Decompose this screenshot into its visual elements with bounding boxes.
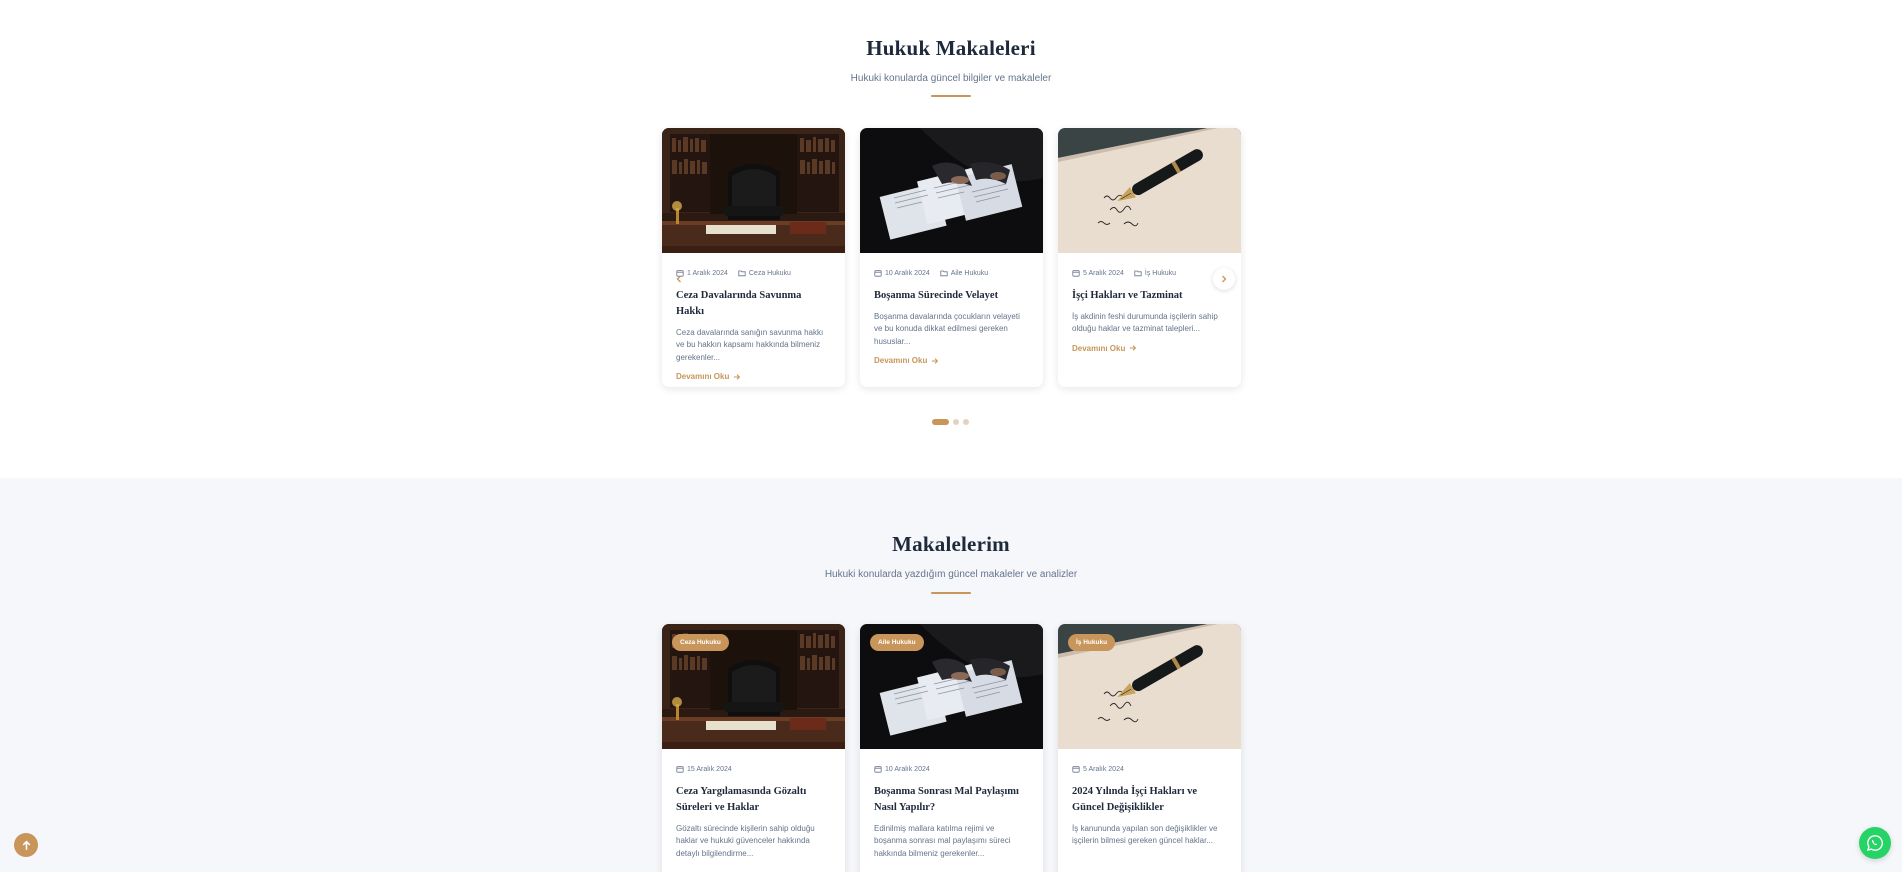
article-card[interactable]: İş Hukuku 5 Aralık 2024 2024 Yılında İşç… xyxy=(1058,624,1241,872)
arrow-right-icon xyxy=(932,357,939,364)
category-badge[interactable]: Aile Hukuku xyxy=(870,634,924,651)
arrow-right-icon xyxy=(1130,345,1137,352)
arrow-up-icon xyxy=(22,840,30,850)
read-more-label: Devamını Oku xyxy=(676,372,730,382)
arrow-right-icon xyxy=(734,373,741,380)
article-title[interactable]: Ceza Yargılamasında Gözaltı Süreleri ve … xyxy=(676,784,831,816)
calendar-icon xyxy=(874,270,882,277)
folder-icon xyxy=(1134,270,1142,277)
my-articles-section: Makalelerim Hukuki konularda yazdığım gü… xyxy=(0,478,1902,872)
article-title[interactable]: İşçi Hakları ve Tazminat xyxy=(1072,288,1227,304)
section-title: Hukuk Makaleleri xyxy=(866,36,1036,60)
folder-icon xyxy=(940,270,948,277)
scroll-to-top-button[interactable] xyxy=(14,833,38,857)
carousel-dot-2[interactable] xyxy=(953,419,959,425)
carousel-dot-3[interactable] xyxy=(963,419,969,425)
legal-articles-section: Hukuk Makaleleri Hukuki konularda güncel… xyxy=(0,0,1902,478)
section-subtitle: Hukuki konularda yazdığım güncel makalel… xyxy=(824,569,1078,580)
article-title[interactable]: Ceza Davalarında Savunma Hakkı xyxy=(676,288,831,320)
calendar-icon xyxy=(676,766,684,773)
article-date: 5 Aralık 2024 xyxy=(1083,269,1124,277)
whatsapp-icon xyxy=(1867,835,1883,851)
article-excerpt: Ceza davalarında sanığın savunma hakkı v… xyxy=(676,328,824,362)
article-title[interactable]: 2024 Yılında İşçi Hakları ve Güncel Deği… xyxy=(1072,784,1227,816)
article-card[interactable]: Aile Hukuku 10 Aralık 2024 Boşanma Sonra… xyxy=(860,624,1043,872)
read-more-link[interactable]: Devamını Oku xyxy=(874,356,1029,365)
section-divider xyxy=(931,592,971,594)
article-image xyxy=(860,128,1043,253)
read-more-label: Devamını Oku xyxy=(874,356,928,366)
section-title: Makalelerim xyxy=(892,532,1010,556)
category-badge[interactable]: İş Hukuku xyxy=(1068,634,1116,651)
calendar-icon xyxy=(874,766,882,773)
article-category[interactable]: İş Hukuku xyxy=(1145,270,1176,277)
carousel-next-button[interactable] xyxy=(1213,268,1235,290)
section-divider xyxy=(931,95,971,97)
article-image xyxy=(1058,128,1241,253)
chevron-right-icon xyxy=(1222,275,1227,283)
article-meta: 15 Aralık 2024 xyxy=(676,764,831,774)
article-excerpt: Gözaltı sürecinde kişilerin sahip olduğu… xyxy=(676,824,815,858)
article-meta: 10 Aralık 2024 xyxy=(874,764,1029,774)
article-date: 5 Aralık 2024 xyxy=(1083,765,1124,773)
article-title[interactable]: Boşanma Sürecinde Velayet xyxy=(874,288,1029,304)
article-image: İş Hukuku xyxy=(1058,624,1241,749)
read-more-link[interactable]: Devamını Oku xyxy=(676,372,831,381)
article-card[interactable]: 10 Aralık 2024 Aile Hukuku Boşanma Sürec… xyxy=(860,128,1043,387)
article-category[interactable]: Aile Hukuku xyxy=(951,270,988,277)
article-card[interactable]: Ceza Hukuku 15 Aralık 2024 Ceza Yargılam… xyxy=(662,624,845,872)
whatsapp-button[interactable] xyxy=(1859,827,1891,859)
article-meta: 1 Aralık 2024 Ceza Hukuku xyxy=(676,268,831,278)
chevron-left-icon xyxy=(676,275,681,283)
category-badge[interactable]: Ceza Hukuku xyxy=(672,634,729,651)
read-more-label: Devamını Oku xyxy=(1072,343,1126,353)
article-date: 1 Aralık 2024 xyxy=(687,269,728,277)
read-more-link[interactable]: Devamını Oku xyxy=(1072,344,1227,353)
article-excerpt: İş akdinin feshi durumunda işçilerin sah… xyxy=(1072,312,1218,334)
article-excerpt: İş kanununda yapılan son değişiklikler v… xyxy=(1072,824,1218,846)
article-card[interactable]: 5 Aralık 2024 İş Hukuku İşçi Hakları ve … xyxy=(1058,128,1241,387)
calendar-icon xyxy=(1072,270,1080,277)
carousel-prev-button[interactable] xyxy=(668,268,690,290)
article-image: Aile Hukuku xyxy=(860,624,1043,749)
article-meta: 5 Aralık 2024 İş Hukuku xyxy=(1072,268,1227,278)
article-date: 10 Aralık 2024 xyxy=(885,269,930,277)
article-image xyxy=(662,128,845,253)
article-card[interactable]: 1 Aralık 2024 Ceza Hukuku Ceza Davaların… xyxy=(662,128,845,387)
section-subtitle: Hukuki konularda güncel bilgiler ve maka… xyxy=(850,73,1052,84)
calendar-icon xyxy=(1072,766,1080,773)
article-category[interactable]: Ceza Hukuku xyxy=(749,270,791,277)
folder-icon xyxy=(738,270,746,277)
article-title[interactable]: Boşanma Sonrası Mal Paylaşımı Nasıl Yapı… xyxy=(874,784,1029,816)
article-meta: 5 Aralık 2024 xyxy=(1072,764,1227,774)
article-excerpt: Boşanma davalarında çocukların velayeti … xyxy=(874,312,1020,346)
carousel-pagination xyxy=(932,419,969,425)
article-date: 10 Aralık 2024 xyxy=(885,765,930,773)
article-image: Ceza Hukuku xyxy=(662,624,845,749)
article-date: 15 Aralık 2024 xyxy=(687,765,732,773)
article-meta: 10 Aralık 2024 Aile Hukuku xyxy=(874,268,1029,278)
article-excerpt: Edinilmiş mallara katılma rejimi ve boşa… xyxy=(874,824,1011,858)
carousel-dot-1[interactable] xyxy=(932,419,949,425)
